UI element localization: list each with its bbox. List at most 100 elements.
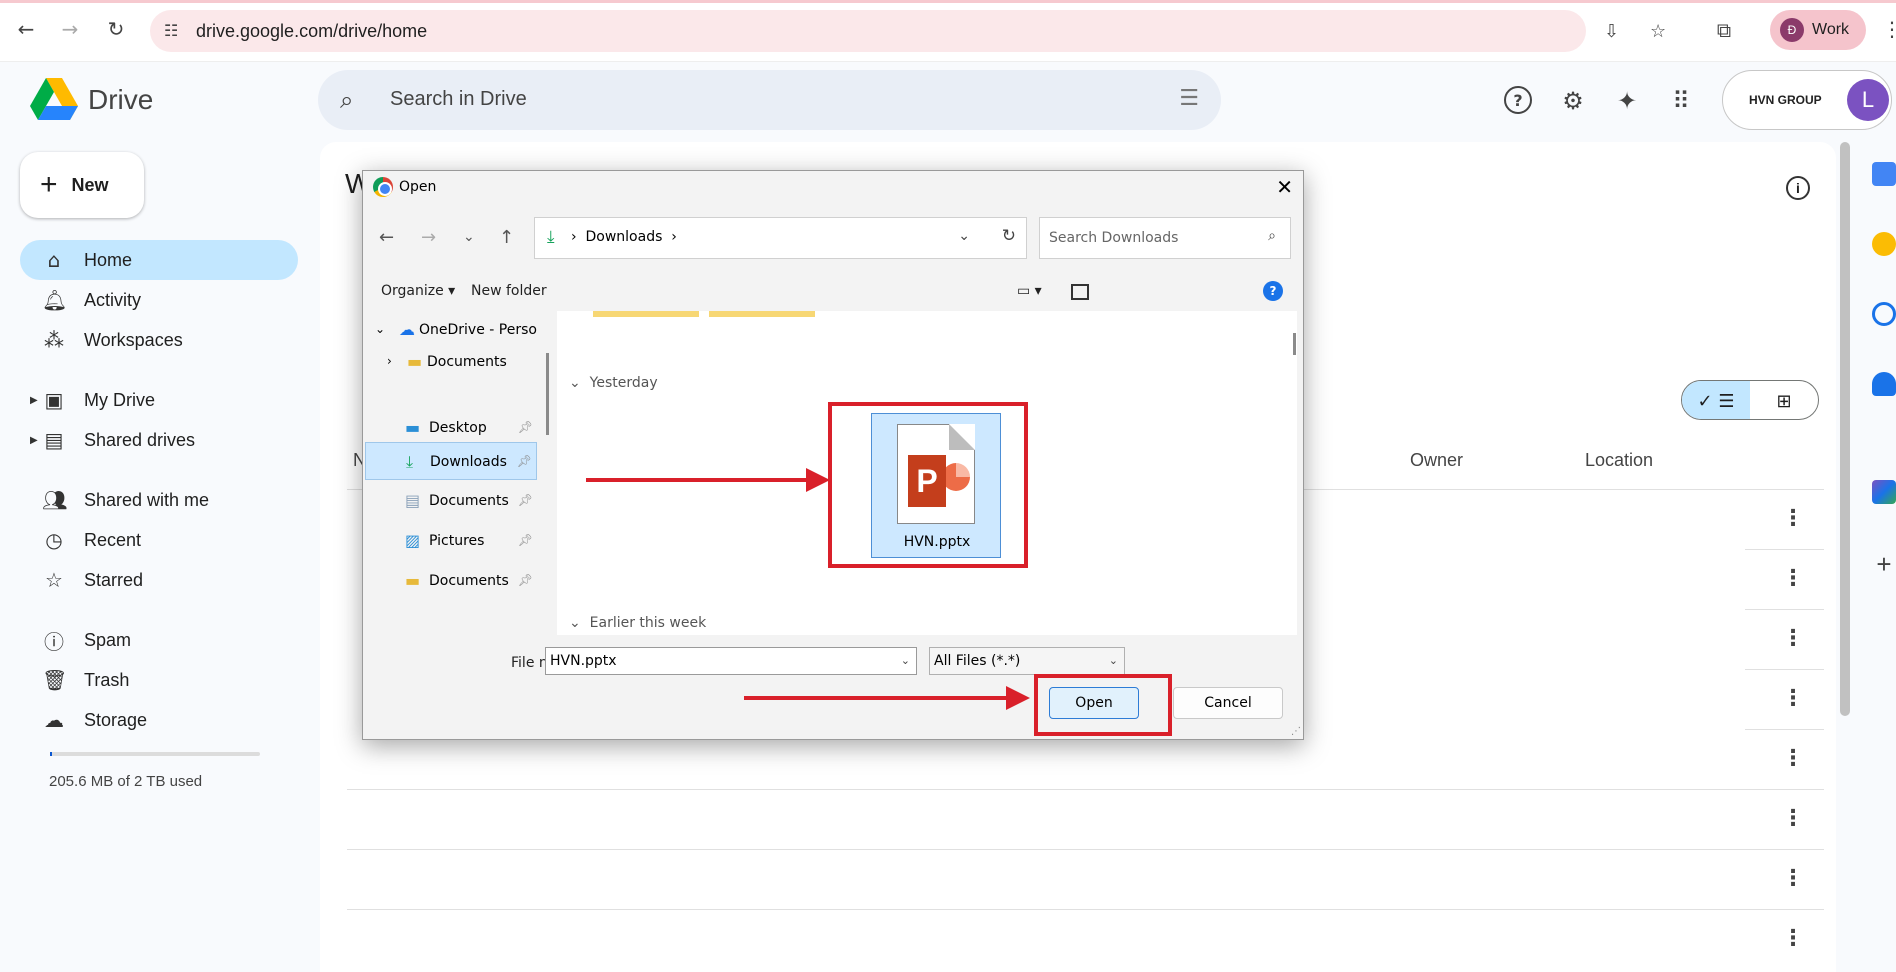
- row-more-actions-icon[interactable]: ⋮: [1782, 806, 1804, 831]
- expand-caret-icon[interactable]: ▶: [30, 395, 38, 406]
- sidebar-item-starred[interactable]: ☆ Starred: [20, 560, 298, 600]
- nav-item-documents[interactable]: ▤ Documents 📌︎: [365, 482, 537, 520]
- calendar-icon[interactable]: [1872, 162, 1896, 186]
- bookmark-star-icon[interactable]: ☆: [1650, 21, 1666, 42]
- apps-grid-icon[interactable]: ⠿: [1666, 86, 1696, 116]
- folder-thumbnail[interactable]: [709, 311, 815, 317]
- sidebar-item-my-drive[interactable]: ▶ ▣ My Drive: [20, 380, 298, 420]
- profile-chip[interactable]: Đ Work: [1770, 10, 1866, 50]
- recent-locations-icon[interactable]: ⌄: [463, 229, 475, 245]
- account-switcher[interactable]: HVN GROUP L: [1722, 70, 1892, 130]
- reload-icon[interactable]: ↻: [104, 17, 128, 41]
- breadcrumb[interactable]: › Downloads ›: [571, 229, 677, 245]
- layout-toggle[interactable]: ✓ ☰ ⊞: [1681, 380, 1819, 420]
- sidebar-item-trash[interactable]: 🗑︎ Trash: [20, 660, 298, 700]
- browser-menu-icon[interactable]: ⋮: [1880, 17, 1896, 41]
- dialog-forward-icon[interactable]: →: [421, 227, 436, 248]
- url-text[interactable]: drive.google.com/drive/home: [196, 21, 427, 42]
- row-more-actions-icon[interactable]: ⋮: [1782, 626, 1804, 651]
- breadcrumb-downloads[interactable]: Downloads: [586, 229, 663, 245]
- folder-thumbnail[interactable]: [593, 311, 699, 317]
- chevron-down-icon[interactable]: ⌄: [901, 654, 910, 667]
- dialog-address-bar[interactable]: ⤓ › Downloads › ⌄ ↻: [534, 217, 1027, 259]
- file-name-input[interactable]: HVN.pptx ⌄: [545, 647, 917, 675]
- row-more-actions-icon[interactable]: ⋮: [1782, 566, 1804, 591]
- get-addons-plus-icon[interactable]: +: [1872, 551, 1896, 577]
- extensions-icon[interactable]: ⧉: [1712, 18, 1736, 42]
- drive-logo-icon[interactable]: [30, 78, 78, 122]
- app-name[interactable]: Drive: [88, 84, 153, 116]
- drive-search[interactable]: ⌕ Search in Drive ☰: [318, 70, 1221, 130]
- preview-pane-icon[interactable]: [1071, 284, 1089, 300]
- expand-caret-icon[interactable]: ›: [387, 354, 392, 368]
- up-folder-icon[interactable]: ↑: [499, 227, 514, 248]
- search-icon[interactable]: ⌕: [340, 86, 353, 114]
- new-button[interactable]: + New: [20, 152, 144, 218]
- help-icon[interactable]: ?: [1504, 86, 1532, 114]
- tasks-icon[interactable]: [1872, 302, 1896, 326]
- row-more-actions-icon[interactable]: ⋮: [1782, 686, 1804, 711]
- nav-pane-scrollbar[interactable]: [546, 353, 549, 435]
- cancel-button[interactable]: Cancel: [1173, 687, 1283, 719]
- nav-item-documents-folder[interactable]: ▬ Documents 📌︎: [365, 562, 537, 600]
- main-scrollbar[interactable]: [1840, 142, 1850, 716]
- file-type-select[interactable]: All Files (*.*) ⌄: [929, 647, 1125, 675]
- dialog-search[interactable]: Search Downloads ⌕: [1039, 217, 1291, 259]
- forward-icon[interactable]: →: [58, 17, 82, 41]
- dialog-search-input[interactable]: Search Downloads: [1049, 230, 1178, 246]
- keep-icon[interactable]: [1872, 232, 1896, 256]
- sidebar-item-shared-drives[interactable]: ▶ ▤ Shared drives: [20, 420, 298, 460]
- expand-caret-icon[interactable]: ▶: [30, 435, 38, 446]
- gemini-sparkle-icon[interactable]: ✦: [1612, 86, 1642, 116]
- pin-icon: 📌︎: [517, 573, 533, 587]
- folder-icon: ▬: [407, 352, 423, 371]
- sidebar-item-storage[interactable]: ☁ Storage: [20, 700, 298, 740]
- contacts-icon[interactable]: [1872, 372, 1896, 396]
- sidebar-item-home[interactable]: ⌂ Home: [20, 240, 298, 280]
- dialog-title: Open: [399, 179, 437, 195]
- address-dropdown-icon[interactable]: ⌄: [958, 228, 970, 244]
- collapse-caret-icon[interactable]: ⌄: [375, 322, 385, 336]
- column-header-owner[interactable]: Owner: [1410, 450, 1463, 471]
- refresh-icon[interactable]: ↻: [1002, 226, 1016, 246]
- row-more-actions-icon[interactable]: ⋮: [1782, 926, 1804, 951]
- address-bar[interactable]: ☷ drive.google.com/drive/home ⇩ ☆: [150, 10, 1666, 52]
- sidebar-item-shared-with-me[interactable]: 👥︎ Shared with me: [20, 480, 298, 520]
- search-options-icon[interactable]: ☰: [1179, 86, 1199, 111]
- search-icon[interactable]: ⌕: [1268, 228, 1276, 244]
- install-app-icon[interactable]: ⇩: [1604, 21, 1619, 42]
- site-settings-icon[interactable]: ☷: [164, 21, 178, 40]
- nav-item-documents-onedrive[interactable]: › ▬ Documents: [365, 343, 537, 381]
- group-header-yesterday[interactable]: ⌄ Yesterday: [569, 375, 658, 391]
- organize-menu[interactable]: Organize ▾: [381, 283, 455, 299]
- avatar[interactable]: L: [1847, 79, 1889, 121]
- row-more-actions-icon[interactable]: ⋮: [1782, 866, 1804, 891]
- back-icon[interactable]: ←: [14, 17, 38, 41]
- row-more-actions-icon[interactable]: ⋮: [1782, 506, 1804, 531]
- sidebar-item-recent[interactable]: ◷ Recent: [20, 520, 298, 560]
- sidebar-item-workspaces[interactable]: ⁂ Workspaces: [20, 320, 298, 360]
- file-pane-scrollbar[interactable]: [1293, 333, 1296, 355]
- dialog-back-icon[interactable]: ←: [379, 227, 394, 248]
- info-icon[interactable]: i: [1786, 176, 1810, 200]
- list-view-button[interactable]: ✓ ☰: [1682, 381, 1750, 419]
- settings-gear-icon[interactable]: ⚙: [1558, 86, 1588, 116]
- nav-item-downloads[interactable]: ⤓ Downloads 📌︎: [365, 442, 537, 480]
- sidebar-item-label: Storage: [84, 709, 148, 730]
- new-folder-button[interactable]: New folder: [471, 283, 547, 299]
- nav-item-pictures[interactable]: ▨ Pictures 📌︎: [365, 522, 537, 560]
- dialog-help-icon[interactable]: ?: [1263, 281, 1283, 301]
- search-input[interactable]: Search in Drive: [390, 88, 527, 111]
- column-header-location[interactable]: Location: [1585, 450, 1653, 471]
- addon-icon[interactable]: [1872, 480, 1896, 504]
- row-more-actions-icon[interactable]: ⋮: [1782, 746, 1804, 771]
- resize-grip-icon[interactable]: ⋰: [1291, 726, 1301, 737]
- view-options-icon[interactable]: ▭ ▾: [1017, 283, 1042, 299]
- sidebar-item-spam[interactable]: ⓘ Spam: [20, 620, 298, 660]
- close-icon[interactable]: ✕: [1276, 175, 1293, 199]
- file-name-value[interactable]: HVN.pptx: [550, 653, 617, 669]
- sidebar-item-activity[interactable]: 🔔︎ Activity: [20, 280, 298, 320]
- group-header-earlier[interactable]: ⌄ Earlier this week: [569, 615, 706, 631]
- grid-view-button[interactable]: ⊞: [1750, 381, 1818, 419]
- chevron-down-icon[interactable]: ⌄: [1109, 654, 1118, 667]
